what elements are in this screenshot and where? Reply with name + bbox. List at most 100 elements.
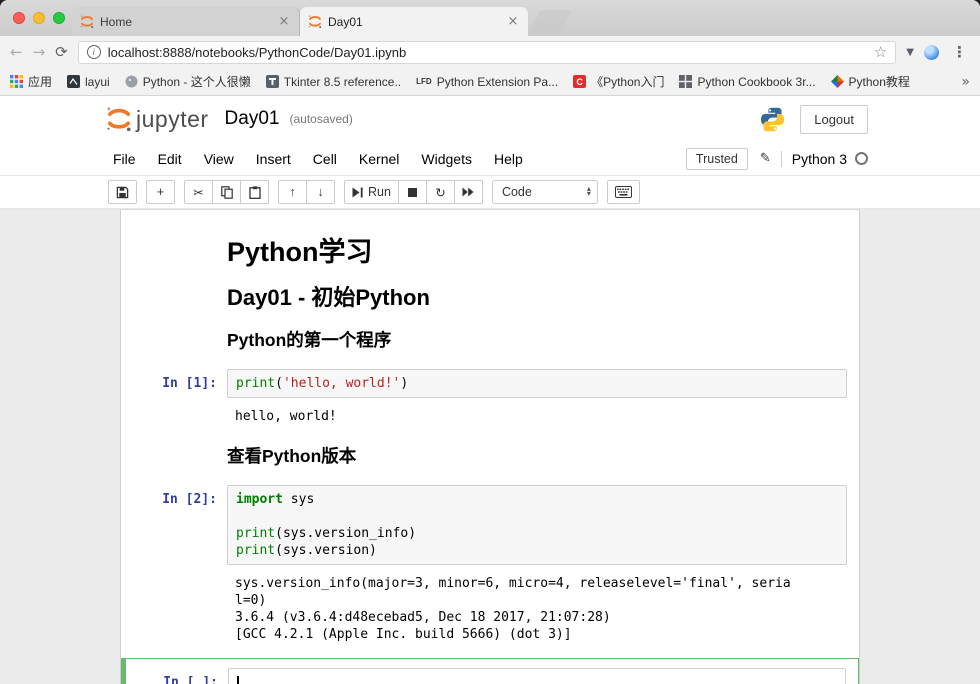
jupyter-favicon-icon — [308, 14, 322, 29]
python-blog-icon — [125, 75, 138, 88]
menu-kernel[interactable]: Kernel — [348, 151, 410, 167]
input-prompt: In [ ]: — [134, 668, 228, 684]
menu-widgets[interactable]: Widgets — [410, 151, 483, 167]
cut-cell-button[interactable]: ✂ — [184, 180, 213, 204]
download-arrow-icon[interactable]: ▼ — [906, 47, 914, 58]
code-cell-2[interactable]: In [2]: import sys print(sys.version_inf… — [121, 476, 859, 654]
edit-mode-pencil-icon: ✎ — [760, 151, 771, 166]
bookmark-python-intro[interactable]: C 《Python入门 — [573, 73, 664, 90]
command-palette-button[interactable] — [607, 180, 640, 204]
bookmark-label: Python - 这个人很懒 — [143, 73, 251, 90]
bookmark-layui[interactable]: layui — [67, 75, 110, 89]
window-controls — [13, 12, 65, 24]
code-cell-3-selected[interactable]: In [ ]: — [121, 658, 859, 684]
bookmark-star-icon[interactable]: ☆ — [874, 43, 887, 61]
select-arrows-icon: ▴▾ — [587, 187, 591, 197]
code-input[interactable]: import sys print(sys.version_info)print(… — [227, 485, 847, 565]
close-icon[interactable]: × — [277, 14, 291, 29]
save-button[interactable] — [108, 180, 137, 204]
jupyter-logo-icon — [106, 105, 132, 133]
copy-cell-button[interactable] — [212, 180, 241, 204]
window-minimize-button[interactable] — [33, 12, 45, 24]
notebook-container: Python学习 Day01 - 初始Python Python的第一个程序 I… — [120, 209, 860, 684]
tab-title: Home — [100, 15, 271, 29]
window-zoom-button[interactable] — [53, 12, 65, 24]
bookmark-label: Python Extension Pa... — [437, 75, 558, 89]
text-cursor — [237, 676, 239, 684]
logout-button[interactable]: Logout — [800, 105, 868, 134]
menu-file[interactable]: File — [102, 151, 147, 167]
bookmark-label: 应用 — [28, 73, 52, 90]
code-cell-1[interactable]: In [1]: print('hello, world!') hello, wo… — [121, 360, 859, 436]
run-label: Run — [368, 185, 391, 199]
close-icon[interactable]: × — [506, 14, 520, 29]
layui-icon — [67, 75, 80, 88]
prompt-spacer — [133, 285, 227, 291]
add-cell-button[interactable]: + — [146, 180, 175, 204]
paste-cell-button[interactable] — [240, 180, 269, 204]
prompt-spacer — [133, 237, 227, 243]
menu-insert[interactable]: Insert — [245, 151, 302, 167]
bookmark-label: Tkinter 8.5 reference.. — [284, 75, 401, 89]
run-icon — [352, 187, 363, 198]
prompt-spacer — [133, 445, 227, 451]
input-prompt: In [1]: — [133, 369, 227, 392]
code-input-editing[interactable] — [228, 668, 846, 684]
back-icon[interactable]: ← — [10, 45, 23, 60]
fast-forward-icon — [462, 187, 474, 197]
address-bar[interactable]: i localhost:8888/notebooks/PythonCode/Da… — [78, 41, 897, 64]
markdown-cell-first-program[interactable]: Python的第一个程序 — [121, 320, 859, 360]
bookmark-label: 《Python入门 — [591, 73, 664, 90]
menu-cell[interactable]: Cell — [302, 151, 348, 167]
markdown-cell-day[interactable]: Day01 - 初始Python — [121, 276, 859, 320]
info-icon[interactable]: i — [87, 45, 101, 59]
notebook-heading1: Python学习 — [227, 237, 847, 267]
browser-menu-icon[interactable]: ⋮ — [949, 43, 970, 61]
restart-kernel-button[interactable]: ↻ — [426, 180, 455, 204]
bookmark-python-tutorial[interactable]: Python教程 — [831, 73, 910, 90]
menu-edit[interactable]: Edit — [147, 151, 193, 167]
move-cell-down-button[interactable]: ↓ — [306, 180, 335, 204]
bookmark-apps[interactable]: 应用 — [10, 73, 52, 90]
notebook-heading2: Day01 - 初始Python — [227, 285, 847, 311]
bookmark-python-extension[interactable]: LFD Python Extension Pa... — [416, 75, 558, 89]
bookmark-cookbook[interactable]: Python Cookbook 3r... — [679, 75, 815, 89]
move-cell-up-button[interactable]: ↑ — [278, 180, 307, 204]
globe-extension-icon[interactable] — [924, 45, 939, 60]
bookmark-tkinter[interactable]: Tkinter 8.5 reference.. — [266, 75, 401, 89]
run-cell-button[interactable]: Run — [344, 180, 399, 204]
jupyter-logo-text: jupyter — [136, 106, 209, 133]
markdown-cell-version[interactable]: 查看Python版本 — [121, 436, 859, 476]
tab-home[interactable]: Home × — [72, 7, 300, 36]
notebook-heading3-second: 查看Python版本 — [227, 445, 847, 467]
input-prompt: In [2]: — [133, 485, 227, 508]
new-tab-button[interactable] — [528, 10, 572, 34]
bookmarks-overflow-icon[interactable]: » — [961, 74, 970, 90]
tab-day01[interactable]: Day01 × — [300, 7, 528, 36]
kernel-name: Python 3 — [792, 151, 847, 167]
jupyter-favicon-icon — [80, 14, 94, 29]
interrupt-kernel-button[interactable] — [398, 180, 427, 204]
trusted-button[interactable]: Trusted — [686, 148, 748, 170]
markdown-cell-title[interactable]: Python学习 — [121, 228, 859, 276]
apps-grid-icon — [10, 75, 23, 88]
cell-output: hello, world! — [227, 398, 803, 427]
menu-help[interactable]: Help — [483, 151, 534, 167]
window-close-button[interactable] — [13, 12, 25, 24]
forward-icon[interactable]: → — [33, 45, 46, 60]
cell-type-value: Code — [502, 185, 532, 199]
menu-view[interactable]: View — [193, 151, 245, 167]
notebook-title[interactable]: Day01 — [225, 108, 280, 130]
browser-window: Home × Day01 × ← → ⟳ i localhost:8888/no… — [0, 0, 980, 684]
cell-type-select[interactable]: Code ▴▾ — [492, 180, 598, 204]
restart-run-all-button[interactable] — [454, 180, 483, 204]
bookmark-python-blog[interactable]: Python - 这个人很懒 — [125, 73, 251, 90]
reload-icon[interactable]: ⟳ — [55, 45, 68, 60]
kernel-status-icon — [855, 152, 868, 165]
code-input[interactable]: print('hello, world!') — [227, 369, 847, 398]
notebook-menubar: File Edit View Insert Cell Kernel Widget… — [0, 142, 980, 176]
tkinter-icon — [266, 75, 279, 88]
checkpoint-status: (autosaved) — [289, 112, 352, 126]
cell-output: sys.version_info(major=3, minor=6, micro… — [227, 565, 803, 645]
jupyter-logo[interactable]: jupyter — [106, 105, 209, 133]
